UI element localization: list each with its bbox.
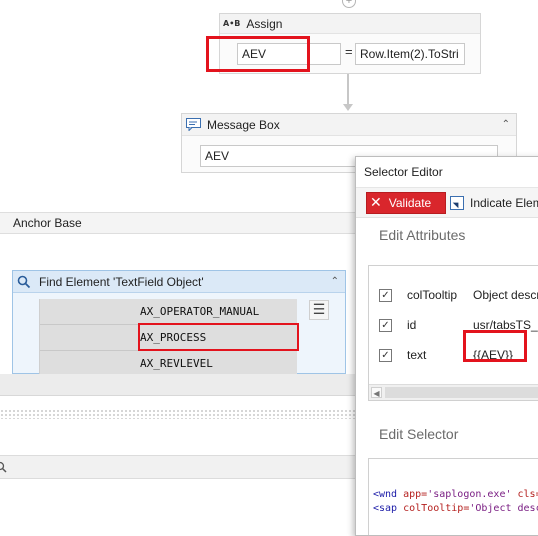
dialog-title: Selector Editor: [356, 157, 538, 188]
indicate-element-button[interactable]: Indicate Eleme: [450, 192, 538, 214]
attribute-checkbox[interactable]: ✓: [379, 288, 392, 302]
attribute-name: id: [407, 318, 417, 332]
search-icon: [17, 275, 31, 288]
highlight-box: [463, 330, 527, 362]
highlight-box: [206, 36, 310, 72]
assign-title: Assign: [246, 16, 283, 31]
attribute-row[interactable]: ✓ colTooltip Object descr: [369, 280, 538, 310]
container-band: [0, 374, 360, 396]
screenshot-row: AX_OPERATOR_MANUAL: [40, 299, 298, 325]
scroll-left-icon[interactable]: ◀: [371, 387, 382, 398]
anchor-base-header[interactable]: Anchor Base: [0, 212, 360, 234]
search-icon: [0, 461, 7, 473]
find-element-header: Find Element 'TextField Object' ⌃︎: [13, 271, 345, 293]
attribute-name: colTooltip: [407, 288, 458, 302]
attribute-value[interactable]: Object descr: [473, 288, 538, 302]
edit-selector-heading: Edit Selector: [379, 426, 459, 442]
assign-header: A•B Assign: [220, 14, 480, 34]
find-element-title: Find Element 'TextField Object': [39, 274, 204, 289]
menu-icon[interactable]: ☰: [309, 300, 329, 320]
attribute-checkbox[interactable]: ✓: [379, 348, 392, 362]
attribute-checkbox[interactable]: ✓: [379, 318, 392, 332]
collapse-icon[interactable]: ⌃︎: [502, 119, 510, 130]
validate-button[interactable]: ✕ Validate: [366, 192, 446, 214]
edit-attributes-heading: Edit Attributes: [379, 227, 466, 243]
anchor-base-title: Anchor Base: [13, 216, 82, 230]
selector-text-panel[interactable]: <wnd app='saplogon.exe' cls= <sap colToo…: [368, 458, 538, 535]
attributes-panel: ✓ colTooltip Object descr ✓ id usr/tabsT…: [368, 265, 538, 401]
selector-editor-dialog: Selector Editor ✕ Validate Indicate Elem…: [355, 156, 538, 536]
search-bar[interactable]: [0, 455, 360, 479]
validate-label: Validate: [388, 196, 432, 210]
find-element-activity[interactable]: Find Element 'TextField Object' ⌃︎ AX_OP…: [12, 270, 346, 375]
assign-activity[interactable]: A•B Assign AEV = Row.Item(2).ToStri: [206, 13, 481, 74]
close-icon: ✕: [370, 195, 382, 211]
connector-line: [347, 74, 349, 106]
assign-icon: A•B: [223, 19, 241, 28]
highlight-box: [138, 323, 299, 351]
assign-value-field[interactable]: Row.Item(2).ToStri: [355, 43, 465, 65]
collapse-icon[interactable]: ⌃︎: [331, 276, 339, 287]
selector-line: <sap colTooltip='Object desc: [373, 503, 538, 514]
equals-sign: =: [345, 44, 353, 59]
selector-line: <wnd app='saplogon.exe' cls=: [373, 489, 538, 500]
drop-zone-dotted: [0, 409, 360, 419]
message-box-header: Message Box ⌃︎: [182, 114, 516, 136]
cursor-icon: [450, 196, 464, 210]
connector-arrow-icon: [343, 104, 353, 111]
scrollbar-thumb[interactable]: [385, 387, 538, 398]
dialog-toolbar: ✕ Validate Indicate Eleme: [356, 188, 538, 218]
screenshot-row: AX_REVLEVEL: [40, 351, 298, 375]
message-box-title: Message Box: [207, 117, 280, 132]
element-screenshot: AX_OPERATOR_MANUAL AX_PROCESS AX_REVLEVE…: [39, 299, 299, 375]
message-icon: [186, 118, 201, 131]
attribute-name: text: [407, 348, 427, 362]
indicate-label: Indicate Eleme: [470, 196, 538, 210]
horizontal-scrollbar[interactable]: ◀: [369, 384, 538, 400]
